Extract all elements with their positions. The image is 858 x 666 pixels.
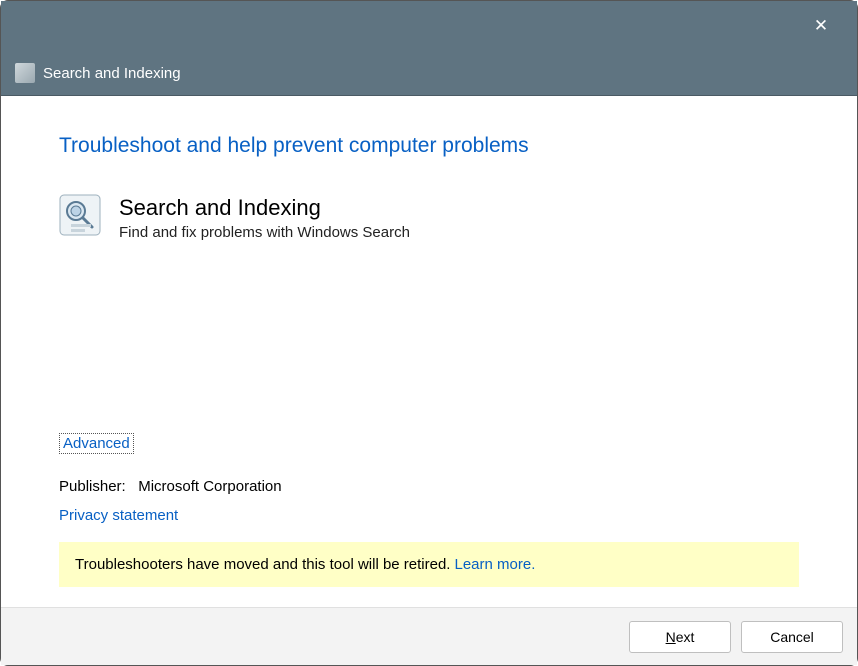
titlebar: ✕ [1, 1, 857, 51]
close-icon[interactable]: ✕ [803, 8, 839, 44]
troubleshooter-title: Search and Indexing [119, 194, 410, 222]
advanced-link[interactable]: Advanced [59, 433, 134, 454]
next-mnemonic: N [666, 629, 676, 645]
privacy-statement-link[interactable]: Privacy statement [59, 507, 178, 524]
window-header: Search and Indexing [1, 51, 857, 96]
notice-text: Troubleshooters have moved and this tool… [75, 556, 450, 573]
troubleshooter-header-icon [15, 63, 35, 83]
publisher-label: Publisher: [59, 478, 126, 495]
content-area: Troubleshoot and help prevent computer p… [1, 96, 857, 607]
dialog-footer: Next Cancel [1, 607, 857, 665]
page-heading: Troubleshoot and help prevent computer p… [59, 134, 799, 158]
publisher-row: Publisher: Microsoft Corporation [59, 478, 799, 495]
search-indexing-icon [59, 194, 101, 236]
window-title: Search and Indexing [43, 65, 181, 82]
cancel-button[interactable]: Cancel [741, 621, 843, 653]
troubleshooter-texts: Search and Indexing Find and fix problem… [119, 194, 410, 241]
troubleshooter-summary: Search and Indexing Find and fix problem… [59, 194, 799, 241]
next-rest: ext [676, 629, 695, 645]
learn-more-link[interactable]: Learn more. [454, 556, 535, 573]
troubleshooter-subtitle: Find and fix problems with Windows Searc… [119, 224, 410, 241]
publisher-value: Microsoft Corporation [138, 478, 281, 495]
close-glyph: ✕ [814, 16, 828, 36]
retirement-notice: Troubleshooters have moved and this tool… [59, 542, 799, 587]
next-button[interactable]: Next [629, 621, 731, 653]
